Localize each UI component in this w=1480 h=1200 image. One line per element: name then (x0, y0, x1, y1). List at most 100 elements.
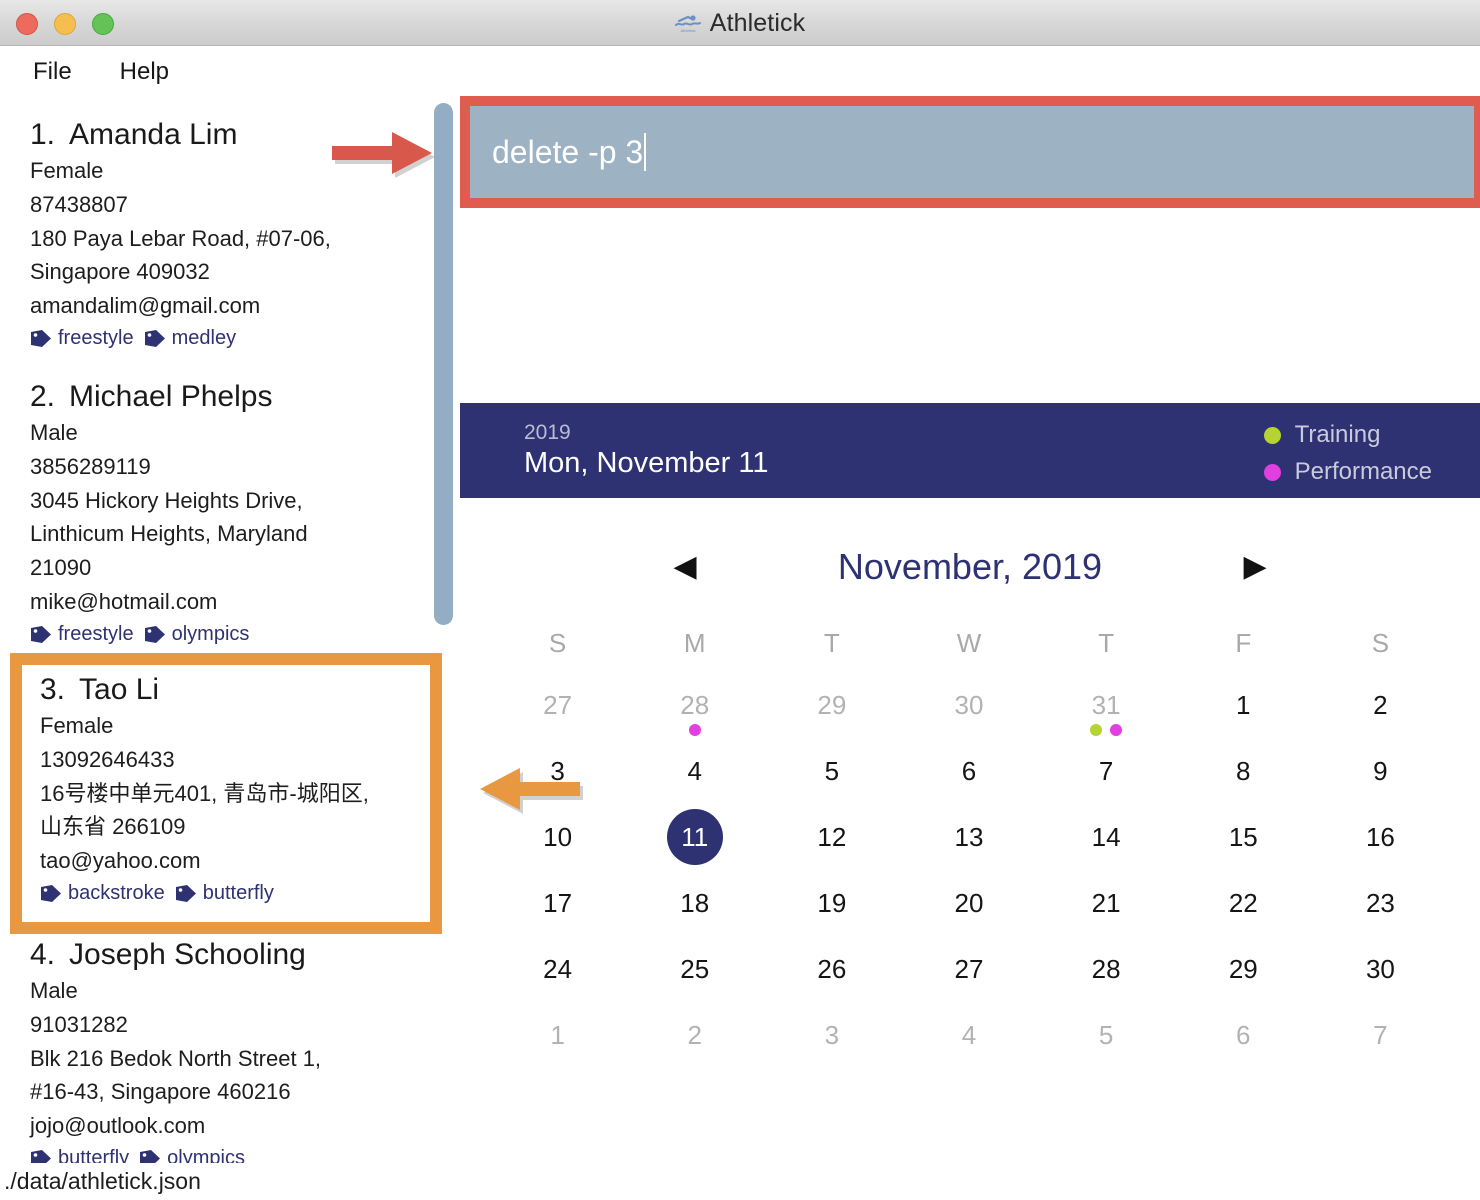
calendar-day-cell[interactable]: 31 (1038, 686, 1175, 752)
calendar-day-cell[interactable]: 16 (1312, 818, 1449, 884)
calendar-day-cell[interactable]: 13 (900, 818, 1037, 884)
calendar-day-number: 19 (817, 888, 847, 918)
calendar-day-cell[interactable]: 19 (763, 884, 900, 950)
person-tag[interactable]: medley (144, 327, 236, 350)
calendar-day-cell[interactable]: 8 (1175, 752, 1312, 818)
calendar-day-cell[interactable]: 22 (1175, 884, 1312, 950)
calendar-day-cell[interactable]: 29 (763, 686, 900, 752)
calendar-weekday-label: F (1235, 628, 1252, 658)
window-maximize-button[interactable] (92, 13, 114, 35)
person-address-line: Blk 216 Bedok North Street 1, (30, 1045, 322, 1071)
calendar-month-label: November, 2019 (837, 546, 1103, 587)
calendar-week-row: 10 11 12 13 14 15 16 (489, 809, 1449, 884)
calendar-day-number: 5 (1098, 1020, 1114, 1050)
tag-icon (31, 1150, 51, 1164)
calendar-day-cell[interactable]: 29 (1175, 950, 1312, 1016)
calendar-day-number: 3 (550, 756, 565, 786)
window-close-button[interactable] (16, 13, 38, 35)
calendar-day-cell[interactable]: 6 (900, 752, 1037, 818)
person-name-text: Joseph Schooling (69, 938, 306, 971)
calendar-day-cell[interactable]: 15 (1175, 818, 1312, 884)
person-card[interactable]: 4. Joseph Schooling Male 91031282 Blk 216 Be… (0, 936, 424, 1164)
person-tag[interactable]: olympics (144, 623, 249, 646)
calendar-weekday-cell: W (900, 628, 1037, 686)
calendar-day-number: 20 (954, 888, 984, 918)
chevron-right-icon[interactable]: ▶ (1220, 552, 1290, 582)
calendar-day-cell[interactable]: 27 (900, 950, 1037, 1016)
person-list-panel[interactable]: 1. Amanda Lim Female 87438807 180 Paya Lebar… (0, 100, 424, 1164)
calendar-day-number: 4 (961, 1020, 977, 1050)
person-name: 2. Michael Phelps (30, 378, 424, 416)
chevron-left-icon[interactable]: ◀ (650, 552, 720, 582)
person-card[interactable]: 2. Michael Phelps Male 3856289119 3045 Hicko… (0, 378, 424, 646)
person-list-scrollbar[interactable] (434, 103, 453, 625)
calendar-day-cell[interactable]: 26 (763, 950, 900, 1016)
calendar-day-cell[interactable]: 2 (1312, 686, 1449, 752)
calendar-weekday-label: W (956, 628, 982, 658)
calendar-day-number: 11 (681, 822, 709, 852)
calendar-day-number: 2 (687, 1020, 702, 1050)
calendar-day-number: 10 (543, 822, 573, 852)
calendar-grid: SMTWTFS 27 28 29 30 31 1 2 3 4 5 6 7 8 9 10 11 12 13 14 15 1… (489, 628, 1449, 1082)
person-tag[interactable]: butterfly (30, 1147, 129, 1164)
calendar-event-dot-performance (1110, 724, 1123, 736)
calendar-week-row: 27 28 29 30 31 1 2 (489, 686, 1449, 752)
calendar-weeks: 27 28 29 30 31 1 2 3 4 5 6 7 8 9 10 11 12 13 14 15 16 17 18 19 2… (489, 686, 1449, 1082)
calendar-day-cell[interactable]: 3 (489, 752, 626, 818)
calendar-day-cell[interactable]: 2 (626, 1016, 763, 1082)
menu-item-file[interactable]: File (33, 58, 72, 86)
calendar-day-cell[interactable]: 1 (489, 1016, 626, 1082)
calendar-day-cell[interactable]: 30 (1312, 950, 1449, 1016)
calendar-day-number: 30 (954, 690, 984, 720)
person-card[interactable]: 1. Amanda Lim Female 87438807 180 Paya Lebar… (0, 116, 424, 350)
person-card-3-highlight[interactable]: 3. Tao Li Female 13092646433 16号楼中单元401, 青岛市… (10, 653, 442, 934)
calendar-day-cell[interactable]: 4 (900, 1016, 1037, 1082)
calendar-day-cell[interactable]: 6 (1175, 1016, 1312, 1082)
person-phone: 3856289119 (30, 453, 151, 479)
calendar-day-cell[interactable]: 11 (626, 809, 763, 884)
calendar-day-cell[interactable]: 30 (900, 686, 1037, 752)
person-card[interactable]: 3. Tao Li Female 13092646433 16号楼中单元401, 青岛市… (22, 665, 430, 905)
person-tag-list: butterfly olympics (30, 1147, 424, 1164)
person-gender: Female (30, 157, 104, 183)
person-tag-label: freestyle (58, 327, 134, 350)
person-tag[interactable]: freestyle (30, 327, 134, 350)
person-tag-label: backstroke (68, 882, 165, 905)
person-address-line: Singapore 409032 (30, 259, 210, 285)
calendar-day-cell[interactable]: 27 (489, 686, 626, 752)
calendar-day-number: 14 (1091, 822, 1121, 852)
calendar-day-cell[interactable]: 12 (763, 818, 900, 884)
calendar-day-cell[interactable]: 25 (626, 950, 763, 1016)
calendar-day-cell[interactable]: 18 (626, 884, 763, 950)
calendar-day-cell[interactable]: 21 (1038, 884, 1175, 950)
calendar-day-cell[interactable]: 7 (1312, 1016, 1449, 1082)
command-input[interactable]: delete -p 3 (470, 106, 1474, 198)
calendar-day-cell[interactable]: 5 (763, 752, 900, 818)
person-tag[interactable]: olympics (139, 1147, 245, 1164)
calendar-day-cell[interactable]: 14 (1038, 818, 1175, 884)
person-tag[interactable]: backstroke (40, 882, 165, 905)
calendar-day-cell[interactable]: 28 (1038, 950, 1175, 1016)
calendar-day-cell[interactable]: 28 (626, 686, 763, 752)
person-tag[interactable]: butterfly (175, 882, 274, 905)
calendar-weekday-label: S (1371, 628, 1390, 658)
calendar-day-cell[interactable]: 5 (1038, 1016, 1175, 1082)
person-tag[interactable]: freestyle (30, 623, 134, 646)
calendar-day-cell[interactable]: 20 (900, 884, 1037, 950)
menu-item-help[interactable]: Help (120, 58, 169, 86)
calendar-week-row: 3 4 5 6 7 8 9 (489, 752, 1449, 818)
legend-dot-icon (1263, 463, 1281, 481)
calendar-day-number: 23 (1365, 888, 1395, 918)
calendar-day-cell[interactable]: 9 (1312, 752, 1449, 818)
person-address-line: 21090 (30, 555, 92, 581)
window-minimize-button[interactable] (54, 13, 76, 35)
calendar-day-cell[interactable]: 7 (1038, 752, 1175, 818)
calendar-day-cell[interactable]: 23 (1312, 884, 1449, 950)
calendar-event-dot-training (1090, 724, 1103, 736)
calendar-legend: Training Performance (1263, 421, 1432, 486)
calendar-day-cell[interactable]: 3 (763, 1016, 900, 1082)
calendar-day-cell[interactable]: 17 (489, 884, 626, 950)
calendar-day-cell[interactable]: 24 (489, 950, 626, 1016)
calendar-day-cell[interactable]: 1 (1175, 686, 1312, 752)
calendar-day-cell[interactable]: 10 (489, 818, 626, 884)
